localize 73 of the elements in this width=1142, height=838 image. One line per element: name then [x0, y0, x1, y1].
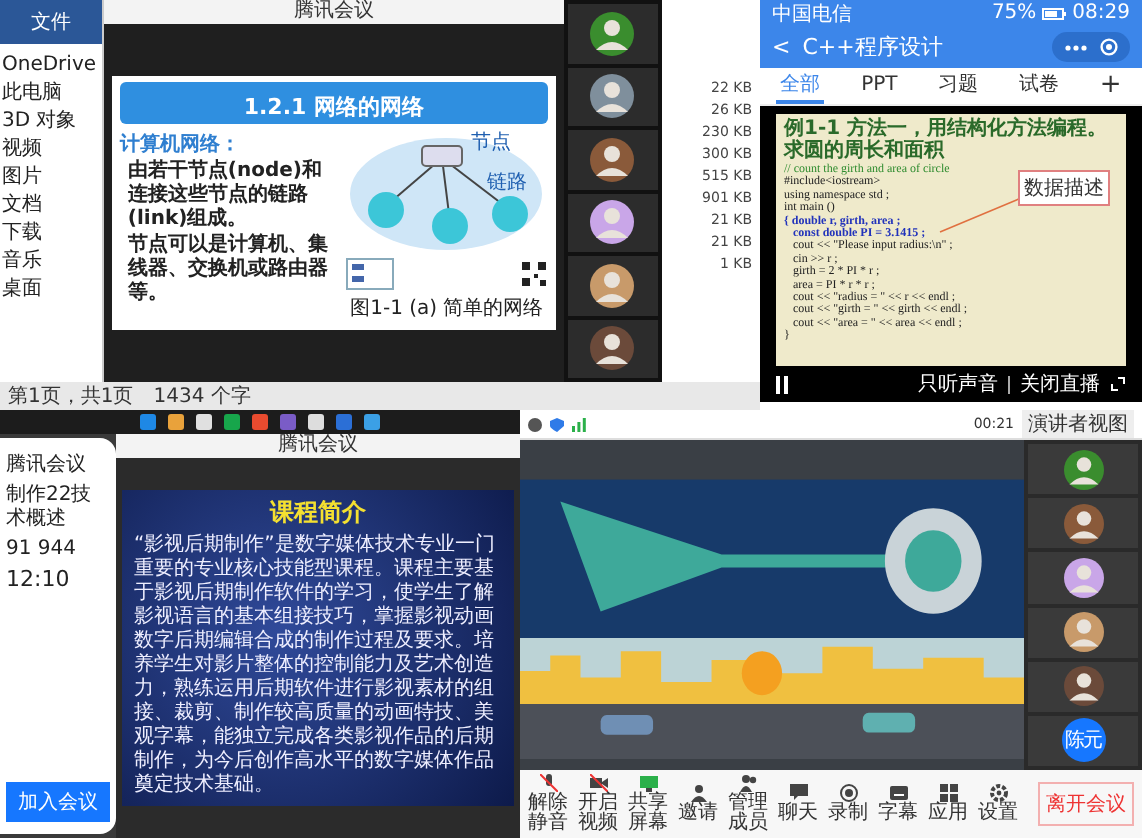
avatar: 陈元 — [1061, 718, 1105, 763]
meeting-id: 91 944 — [6, 538, 78, 560]
view-mode-button[interactable]: 演讲者视图 — [1022, 410, 1134, 438]
apps-icon — [939, 784, 957, 802]
record-icon — [839, 784, 857, 802]
slide-paragraph: “影视后期制作”是数字媒体技术专业一门重要的专业核心技能型课程。课程主要基于影视后期制作软件的学习，使学生了解影视语言的基本组接技巧，掌握影视动画数字后期编辑合成的制作过程及要求。培养学生对影片整体的控制能力及艺术创造力，熟练运用后期软件进行影视素材的组接、裁剪、制作较高质量的动画特技、美观字幕，能独立完成各类影视作品的后期制作，为今后创作高水平的数字媒体作品奠定技术基础。 — [134, 534, 497, 798]
capsule-menu[interactable] — [1052, 32, 1130, 62]
figure-caption: 图1-1 (a) 简单的网络 — [350, 295, 544, 322]
toolbar-button[interactable]: 邀请 — [678, 784, 718, 824]
close-live-button[interactable]: 关闭直播 — [1020, 370, 1100, 398]
start-time: 12:10 — [6, 566, 72, 592]
callout-label: 数据描述 — [1018, 170, 1110, 206]
carrier-text: 中国电信 — [772, 1, 852, 27]
diagram-label: 链路 — [486, 174, 527, 194]
audio-only-button[interactable]: 只听声音 — [918, 370, 998, 398]
status-text: 第1页，共1页 — [8, 383, 134, 410]
meeting-topic: 制作22技术概述 — [6, 484, 94, 532]
settings-icon — [989, 784, 1007, 802]
signal-icon — [572, 417, 586, 431]
folder-item[interactable]: OneDrive — [2, 52, 100, 78]
person-icon — [689, 784, 707, 802]
folder-item[interactable]: 视频 — [2, 136, 100, 162]
toolbar-button[interactable]: 录制 — [828, 784, 868, 824]
status-text: 1434 个字 — [153, 383, 251, 410]
clock-text: 08:29 — [1072, 2, 1130, 24]
people-icon — [739, 774, 757, 792]
toolbar-button[interactable]: 字幕 — [878, 784, 918, 824]
fullscreen-icon[interactable] — [1110, 376, 1126, 392]
captions-icon — [889, 784, 907, 802]
qr-code-icon — [519, 260, 548, 288]
bullet-text: 节点可以是计算机、集线器、交换机或路由器等。 — [125, 234, 330, 306]
tab[interactable]: 试卷 — [1014, 68, 1063, 104]
diagram-label: 节点 — [470, 134, 511, 154]
add-button[interactable]: + — [1095, 67, 1126, 105]
folder-item[interactable]: 3D 对象 — [2, 108, 100, 134]
tab[interactable]: 习题 — [934, 68, 983, 104]
folder-item[interactable]: 音乐 — [2, 248, 100, 274]
folder-item[interactable]: 此电脑 — [2, 80, 100, 106]
pause-icon[interactable] — [776, 375, 788, 393]
share-screen-icon — [639, 774, 657, 792]
page-title: C++程序设计 — [802, 32, 943, 62]
target-icon[interactable] — [1100, 38, 1118, 56]
toolbar-button[interactable]: 管理成员 — [728, 774, 768, 834]
window-title: 腾讯会议 — [278, 434, 358, 458]
more-icon[interactable] — [1064, 43, 1088, 51]
toolbar-button[interactable]: 应用 — [928, 784, 968, 824]
app-name: 腾讯会议 — [6, 451, 88, 478]
toolbar-button[interactable]: 解除静音 — [528, 774, 568, 834]
bullet-text: 由若干节点(node)和连接这些节点的链路(link)组成。 — [125, 160, 324, 232]
toolbar-button[interactable]: 开启视频 — [578, 774, 618, 834]
toolbar-button[interactable]: 聊天 — [778, 784, 818, 824]
folder-item[interactable]: 文档 — [2, 192, 100, 218]
back-button[interactable]: < — [772, 34, 791, 60]
battery-icon — [1042, 7, 1067, 19]
folder-item[interactable]: 桌面 — [2, 276, 100, 302]
join-button[interactable]: 加入会议 — [6, 782, 110, 822]
camera-off-icon — [589, 774, 607, 792]
ribbon-tab[interactable]: 文件 — [0, 0, 102, 44]
folder-item[interactable]: 下载 — [2, 220, 100, 246]
tab[interactable]: PPT — [857, 71, 902, 101]
battery-text: 75% — [991, 2, 1037, 24]
muted-mic-icon — [539, 774, 557, 792]
slide-title: 课程简介 — [267, 496, 368, 530]
slide-title: 1.2.1 网络的网络 — [243, 94, 424, 120]
slide-heading: 计算机网络： — [119, 131, 242, 158]
shield-icon[interactable] — [550, 417, 564, 431]
folder-item[interactable]: 图片 — [2, 164, 100, 190]
toolbar-button[interactable]: 设置 — [978, 784, 1018, 824]
toolbar-button[interactable]: 共享屏幕 — [628, 774, 668, 834]
slide-title: 例1-1 方法一，用结构化方法编程。求圆的周长和面积 — [784, 118, 1110, 162]
leave-meeting-button[interactable]: 离开会议 — [1038, 782, 1134, 826]
legend-icon — [345, 258, 394, 290]
chat-icon — [789, 784, 807, 802]
